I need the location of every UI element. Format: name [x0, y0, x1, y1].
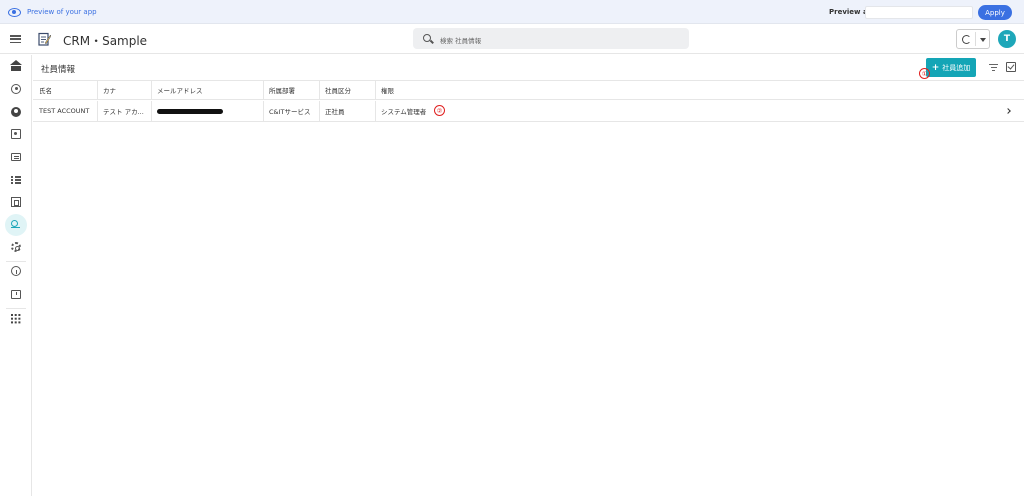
preview-as-input[interactable]	[865, 6, 973, 19]
sidebar-item-tasks[interactable]	[4, 169, 28, 191]
apply-button[interactable]: Apply	[978, 5, 1012, 20]
sidebar-item-home[interactable]	[4, 57, 28, 79]
eye-icon	[8, 7, 21, 17]
sidebar-item-account[interactable]	[4, 78, 28, 100]
plus-icon: +	[931, 62, 940, 73]
sidebar-item-news[interactable]	[4, 191, 28, 213]
apps-grid-icon	[11, 314, 21, 324]
cell-kana: テスト アカ...	[103, 108, 144, 116]
add-employee-label: 社員追加	[942, 63, 971, 72]
feedback-icon	[11, 289, 21, 299]
cell-department: C&ITサービス	[269, 108, 311, 116]
chevron-down-icon[interactable]	[980, 38, 986, 42]
preview-banner: Preview of your app Preview as: Apply	[0, 0, 1024, 24]
cell-name: TEST ACCOUNT	[39, 107, 90, 115]
column-header-kana[interactable]: カナ	[97, 81, 151, 99]
newspaper-icon	[11, 197, 21, 207]
notepad-icon	[38, 32, 51, 46]
chat-icon	[11, 153, 21, 161]
page-title: 社員情報	[41, 65, 76, 75]
menu-icon[interactable]	[10, 35, 21, 44]
employee-edit-icon	[11, 220, 21, 230]
sidebar-item-settings[interactable]	[4, 236, 28, 258]
annotation-marker-2: ②	[434, 105, 445, 116]
filter-icon[interactable]	[989, 64, 998, 71]
home-icon	[10, 60, 22, 71]
sidebar-item-contacts[interactable]	[4, 123, 28, 145]
select-checkbox-icon[interactable]	[1006, 62, 1016, 72]
avatar[interactable]: T	[998, 30, 1016, 48]
sidebar-item-feedback[interactable]	[4, 283, 28, 305]
preview-label-group: Preview of your app	[8, 6, 97, 18]
left-sidebar	[0, 55, 32, 496]
sidebar-item-info[interactable]	[4, 260, 28, 282]
refresh-divider	[975, 32, 976, 46]
annotation-marker-1: ①	[919, 68, 930, 79]
redacted-email-bar	[157, 108, 223, 114]
account-circle-icon	[11, 84, 21, 94]
sidebar-item-apps[interactable]	[4, 308, 28, 330]
cell-email	[151, 101, 263, 121]
cell-employee-type: 正社員	[325, 108, 345, 116]
app-header: CRM・Sample 検索 社員情報 T	[0, 24, 1024, 54]
app-title: CRM・Sample	[63, 34, 148, 48]
person-filled-icon	[11, 107, 21, 117]
sidebar-item-employees[interactable]	[5, 214, 27, 236]
table-row[interactable]: TEST ACCOUNT テスト アカ... C&ITサービス 正社員 システム…	[33, 101, 1024, 122]
column-header-name[interactable]: 氏名	[33, 81, 97, 99]
column-header-role[interactable]: 権限	[375, 81, 495, 99]
chevron-right-icon[interactable]	[1005, 108, 1011, 114]
add-employee-button[interactable]: + 社員追加	[926, 58, 976, 77]
search-input[interactable]: 検索 社員情報	[440, 35, 481, 45]
column-header-email[interactable]: メールアドレス	[151, 81, 263, 99]
sidebar-item-person[interactable]	[4, 101, 28, 123]
column-header-employee-type[interactable]: 社員区分	[319, 81, 375, 99]
column-header-department[interactable]: 所属部署	[263, 81, 319, 99]
search-bar[interactable]: 検索 社員情報	[413, 28, 689, 49]
refresh-icon	[962, 35, 971, 44]
info-icon	[11, 266, 21, 276]
contact-card-icon	[11, 129, 21, 139]
sidebar-item-chat[interactable]	[4, 146, 28, 168]
search-icon	[423, 34, 431, 42]
refresh-button[interactable]	[956, 29, 990, 49]
preview-label: Preview of your app	[27, 8, 97, 16]
table-header: 氏名 カナ メールアドレス 所属部署 社員区分 権限	[33, 80, 1024, 100]
settings-icon	[11, 242, 21, 252]
checklist-icon	[11, 175, 21, 185]
cell-role: システム管理者	[381, 108, 427, 116]
